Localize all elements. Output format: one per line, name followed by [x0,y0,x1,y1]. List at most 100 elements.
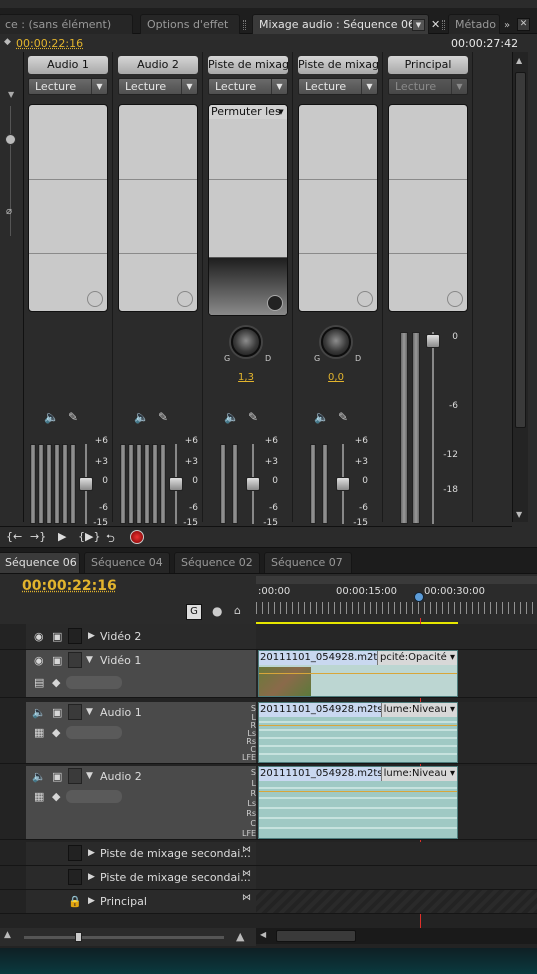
speaker-icon[interactable]: 🔈 [32,706,46,719]
effects-box[interactable] [28,104,108,312]
play-in-to-out-icon[interactable]: {▶} [78,530,100,543]
play-icon[interactable]: ▶ [58,530,66,543]
effect-bypass-icon[interactable] [357,291,373,307]
tab-sequence-07[interactable]: Séquence 07 [264,552,352,573]
scroll-up-icon[interactable]: ▲ [516,56,522,65]
zoom-slider-thumb[interactable] [75,932,82,942]
triangle-right-icon[interactable]: ▶ [88,848,95,858]
pan-knob[interactable] [321,327,351,357]
waveform-icon[interactable]: ▦ [34,726,44,739]
tab-audio-mixer[interactable]: Mixage audio : Séquence 06 [252,14,429,34]
eye-icon[interactable]: ◉ [34,630,44,643]
close-icon[interactable]: ✕ [431,18,440,31]
volume-line[interactable] [259,791,457,792]
automation-mode-dropdown[interactable]: Lecture ▼ [208,78,288,95]
keyframe-icon[interactable]: ◆ [52,790,60,803]
effects-box[interactable] [298,104,378,312]
track-lane[interactable]: 20111101_054928.m2ts pcité:Opacité ▾ [256,650,537,697]
marker-icon[interactable]: ◆ [4,37,11,47]
microphone-icon[interactable]: ✎ [248,410,258,424]
pan-knob[interactable] [231,327,261,357]
sequence-marker-icon[interactable]: ⌂ [234,604,241,617]
microphone-icon[interactable]: ✎ [68,410,78,424]
triangle-down-icon[interactable]: ▼ [86,655,93,665]
waveform-icon[interactable]: ▦ [34,790,44,803]
triangle-down-icon[interactable]: ▼ [86,771,93,781]
audio-clip[interactable]: 20111101_054928.m2ts lume:Niveau ▾ [258,702,458,763]
send-level-area[interactable] [209,257,287,315]
pan-value[interactable]: 0,0 [316,372,356,383]
volume-line[interactable] [259,725,457,726]
tab-sequence-06[interactable]: Séquence 06 [0,552,80,573]
time-ruler[interactable]: :00:00 00:00:15:00 00:00:30:00 [256,574,537,625]
send-icon[interactable]: ⌀ [6,206,12,217]
tab-effect-options[interactable]: Options d'effet [140,14,240,34]
tab-grip-icon[interactable] [442,20,445,30]
effects-box[interactable]: Permuter les ▼ [208,104,288,316]
keyframe-navigator[interactable] [66,726,122,739]
automation-mode-dropdown[interactable]: Lecture ▼ [28,78,108,95]
playhead-handle[interactable] [414,592,424,602]
zoom-slider-track[interactable] [24,936,224,939]
effects-icon[interactable] [5,134,16,145]
zoom-in-icon[interactable]: ▲ [236,930,244,943]
timeline-current-timecode[interactable]: 00:00:22:16 [22,578,117,594]
eye-icon[interactable]: ◉ [34,654,44,667]
microphone-icon[interactable]: ✎ [158,410,168,424]
audio-clip[interactable]: 20111101_054928.m2ts lume:Niveau ▾ [258,766,458,839]
track-lane[interactable]: 20111101_054928.m2ts lume:Niveau ▾ [256,766,537,839]
triangle-right-icon[interactable]: ▶ [88,872,95,882]
zoom-bar[interactable] [256,576,537,584]
clip-effect-dropdown[interactable]: lume:Niveau ▾ [380,703,457,717]
effects-box[interactable] [388,104,468,312]
track-lane[interactable] [256,866,537,889]
scroll-left-icon[interactable]: ◀ [260,930,266,939]
track-name-button[interactable]: Audio 1 [28,56,108,74]
sync-lock-icon[interactable]: ▣ [52,706,62,719]
keyframe-navigator[interactable] [66,676,122,689]
lock-toggle[interactable] [68,845,82,861]
tab-sequence-02[interactable]: Séquence 02 [174,552,260,573]
speaker-icon[interactable]: 🔈 [32,770,46,783]
display-style-icon[interactable]: ▤ [34,676,44,689]
keyframe-navigator[interactable] [66,790,122,803]
go-to-out-icon[interactable]: →} [30,530,46,543]
record-icon[interactable] [130,530,144,544]
effect-bypass-icon[interactable] [447,291,463,307]
triangle-right-icon[interactable]: ▶ [88,631,95,641]
clip-effect-dropdown[interactable]: pcité:Opacité ▾ [377,651,457,665]
set-marker-icon[interactable]: ● [212,604,222,618]
lock-toggle[interactable] [68,869,82,885]
effect-bypass-icon[interactable] [177,291,193,307]
speaker-icon[interactable]: 🔈 [44,410,59,424]
send-level-icon[interactable] [267,295,283,311]
lock-toggle[interactable] [68,652,82,668]
go-to-in-icon[interactable]: {← [6,530,22,543]
zoom-out-icon[interactable]: ▲ [4,930,11,940]
sync-lock-icon[interactable]: ▣ [52,630,62,643]
clip-effect-dropdown[interactable]: lume:Niveau ▾ [380,767,457,781]
microphone-icon[interactable]: ✎ [338,410,348,424]
tab-source[interactable]: ce : (sans élément) [0,14,133,34]
track-name-button[interactable]: Principal [388,56,468,74]
track-name-button[interactable]: Audio 2 [118,56,198,74]
timeline-horizontal-scrollbar[interactable]: ◀ [256,928,537,944]
opacity-line[interactable] [259,673,457,674]
keyframe-icon[interactable]: ◆ [52,676,60,689]
scrollbar-thumb[interactable] [515,72,526,428]
panel-close-icon[interactable]: ✕ [517,18,530,31]
speaker-icon[interactable]: 🔈 [134,410,149,424]
lock-icon[interactable]: 🔒 [68,895,82,908]
track-name-button[interactable]: Piste de mixag [298,56,378,74]
speaker-icon[interactable]: 🔈 [314,410,329,424]
send-dropdown[interactable]: Permuter les ▼ [209,105,287,119]
keyframe-icon[interactable]: ◆ [52,726,60,739]
effect-bypass-icon[interactable] [87,291,103,307]
lock-toggle[interactable] [68,628,82,644]
tab-grip-icon[interactable] [243,20,246,30]
track-lane[interactable] [256,624,537,649]
lock-toggle[interactable] [68,768,82,784]
scroll-down-icon[interactable]: ▼ [516,510,522,519]
sync-lock-icon[interactable]: ▣ [52,654,62,667]
automation-mode-dropdown[interactable]: Lecture ▼ [298,78,378,95]
